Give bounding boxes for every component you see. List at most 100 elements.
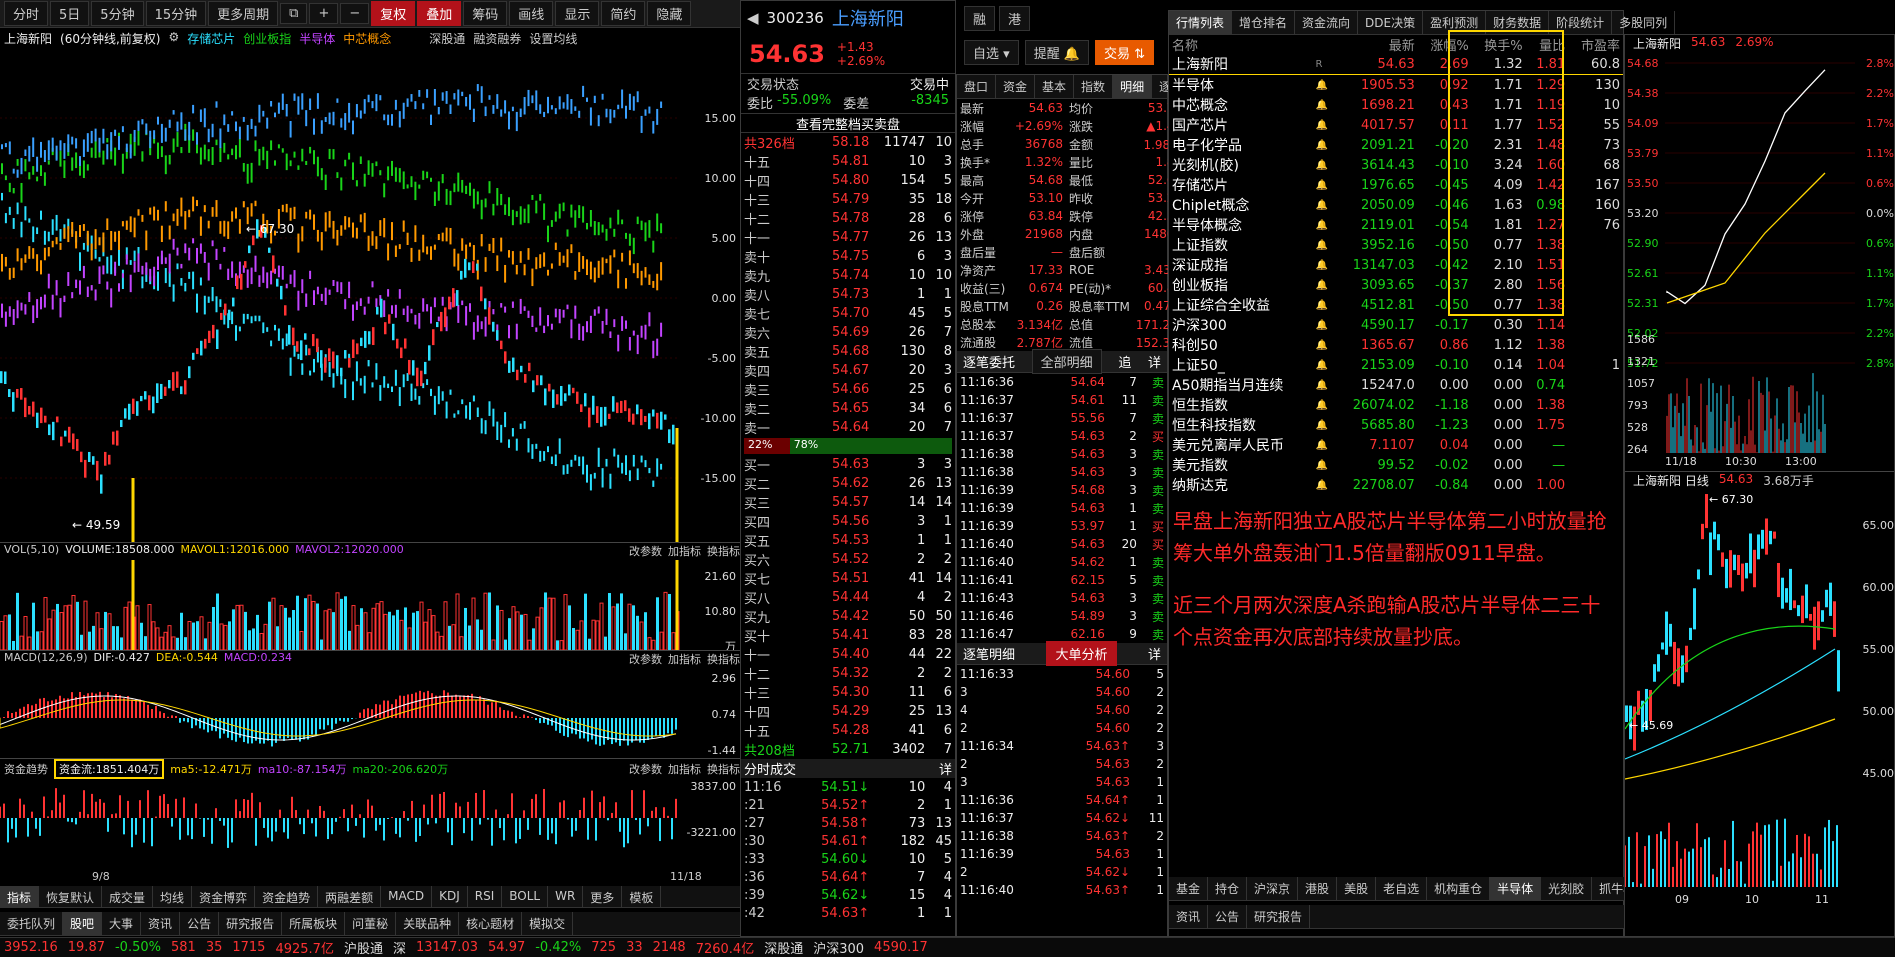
sell-level-row[interactable]: 卖三 54.66 25 6 [741,380,955,399]
prev-icon[interactable]: ◀ [747,9,759,27]
buy-level-row[interactable]: 买九 54.42 50 50 [741,607,955,626]
market-tab-5[interactable]: 财务数据 [1486,11,1550,34]
sell-level-row[interactable]: 十一 54.77 26 13 [741,228,955,247]
market-news-tab-1[interactable]: 公告 [1208,905,1248,928]
buy-level-row[interactable]: 十一 54.40 44 22 [741,645,955,664]
buy-level-row[interactable]: 十五 54.28 41 6 [741,721,955,740]
market-bottom-tab-0[interactable]: 基金 [1169,877,1209,900]
indicator-tab-4[interactable]: 资金博弈 [192,886,256,907]
macd-add-button[interactable]: 加指标 [668,651,701,668]
draw-button[interactable]: 画线 [509,1,554,26]
blue-r-icon[interactable]: 融 [964,6,996,31]
market-row[interactable]: 上海新阳 R 54.63 2.69 1.32 1.81 60.8 [1169,54,1623,75]
market-row[interactable]: 深证成指 🔔 13147.03 -0.42 2.10 1.51 [1169,255,1623,275]
intraday-mini-chart[interactable]: 54.68 2.8% 54.38 2.2% 54.09 1.7% 53.79 1.1% 53.5… [1625,53,1895,468]
detail-tab-3[interactable]: 指数 [1074,75,1114,98]
buy-level-row[interactable]: 十三 54.30 11 6 [741,683,955,702]
market-row[interactable]: 电子化学品 🔔 2091.21 -0.20 2.31 1.48 73 [1169,135,1623,155]
news-tab-1[interactable]: 股吧 [63,912,103,935]
sell-total-row[interactable]: 共326档 58.18 11747 10 [741,133,955,152]
indicator-tab-7[interactable]: MACD [381,886,433,907]
market-row[interactable]: 国产芯片 🔔 4017.57 0.11 1.77 1.52 55 [1169,115,1623,135]
overlay-2[interactable]: 创业板指 [243,30,291,48]
market-tab-1[interactable]: 增仓排名 [1232,11,1296,34]
buy-level-row[interactable]: 买十 54.41 83 28 [741,626,955,645]
market-tab-3[interactable]: DDE决策 [1358,11,1424,34]
buy-level-row[interactable]: 买一 54.63 3 3 [741,455,955,474]
buy-level-row[interactable]: 买二 54.62 26 13 [741,474,955,493]
news-tab-10[interactable]: 模拟交 [522,912,574,935]
indicator-tab-2[interactable]: 成交量 [102,886,154,907]
news-tab-2[interactable]: 大事 [102,912,142,935]
market-row[interactable]: 半导体 🔔 1905.53 0.92 1.71 1.29 130 [1169,75,1623,96]
buy-level-row[interactable]: 十四 54.29 25 13 [741,702,955,721]
buy-level-row[interactable]: 买四 54.56 3 1 [741,512,955,531]
indicator-tab-13[interactable]: 模板 [622,886,662,907]
sell-level-row[interactable]: 十四 54.80 154 5 [741,171,955,190]
remind-button[interactable]: 提醒 🔔 [1024,40,1090,65]
market-bottom-tab-6[interactable]: 机构重仓 [1427,877,1491,900]
kline-chart[interactable]: 15.00 10.00 5.00 0.00 -5.00 -10.00 -15.00 [0,48,740,542]
vol-add-button[interactable]: 加指标 [668,543,701,560]
indicator-tab-3[interactable]: 均线 [153,886,193,907]
market-row[interactable]: 光刻机(胶) 🔔 3614.43 -0.10 3.24 1.60 68 [1169,155,1623,175]
sell-level-row[interactable]: 卖十 54.75 6 3 [741,247,955,266]
macd-switch-button[interactable]: 换指标 [707,651,740,668]
news-tab-0[interactable]: 委托队列 [0,912,64,935]
sell-level-row[interactable]: 十三 54.79 35 18 [741,190,955,209]
market-bottom-tab-2[interactable]: 沪深京 [1247,877,1299,900]
market-tab-2[interactable]: 资金流向 [1295,11,1359,34]
sell-level-row[interactable]: 卖五 54.68 130 8 [741,342,955,361]
market-bottom-tab-1[interactable]: 持仓 [1208,877,1248,900]
market-row[interactable]: 上证指数 🔔 3952.16 -0.50 0.77 1.38 [1169,235,1623,255]
market-news-tab-2[interactable]: 研究报告 [1247,905,1311,928]
sell-level-row[interactable]: 卖四 54.67 20 3 [741,361,955,380]
vol-param-button[interactable]: 改参数 [629,543,662,560]
market-bottom-tab-3[interactable]: 港股 [1298,877,1338,900]
buy-level-row[interactable]: 买六 54.52 2 2 [741,550,955,569]
wt-detail-button[interactable]: 详 [1148,352,1161,371]
market-row[interactable]: A50期指当月连续 🔔 15247.0 0.00 0.00 0.74 [1169,375,1623,395]
fund-add-button[interactable]: 加指标 [668,761,701,777]
daily-mini-chart[interactable]: 65.00 60.00 55.00 50.00 45.00 ← 67.30 ← 45.69 0… [1624,489,1895,909]
news-tab-7[interactable]: 问董秘 [345,912,397,935]
overlay-4[interactable]: 中芯概念 [343,30,391,48]
add-watchlist-button[interactable]: 自选 ▾ [964,40,1019,65]
sell-level-row[interactable]: 卖八 54.73 1 1 [741,285,955,304]
market-row[interactable]: 美元兑离岸人民币 🔔 7.1107 0.04 0.00— [1169,435,1623,455]
overlay-3[interactable]: 半导体 [299,30,335,48]
news-tab-5[interactable]: 研究报告 [219,912,283,935]
market-row[interactable]: 创业板指 🔔 3093.65 -0.37 2.80 1.56 [1169,275,1623,295]
market-row[interactable]: 上证50_ 🔔 2153.09 -0.10 0.14 1.04 1 [1169,355,1623,375]
period-5day-button[interactable]: 5日 [50,1,90,26]
indicator-tab-6[interactable]: 两融差额 [318,886,382,907]
hide-button[interactable]: 隐藏 [647,1,692,26]
news-tab-9[interactable]: 核心题材 [459,912,523,935]
market-row[interactable]: Chiplet概念 🔔 2050.09 -0.46 1.63 0.98 160 [1169,195,1623,215]
market-row[interactable]: 恒生科技指数 🔔 5685.80 -1.23 0.00 1.75 [1169,415,1623,435]
zb-detail-button[interactable]: 详 [1148,644,1161,663]
sell-level-row[interactable]: 卖一 54.64 20 7 [741,418,955,437]
big-order-button[interactable]: 大单分析 [1046,641,1117,666]
hk-icon[interactable]: 港 [999,6,1031,31]
news-tab-6[interactable]: 所属板块 [282,912,346,935]
market-row[interactable]: 恒生指数 🔔 26074.02 -1.18 0.00 1.38 [1169,395,1623,415]
buy-level-row[interactable]: 买七 54.51 41 14 [741,569,955,588]
indicator-tab-9[interactable]: RSI [468,886,503,907]
sell-level-row[interactable]: 卖二 54.65 34 6 [741,399,955,418]
market-row[interactable]: 纳斯达克 🔔 22708.07 -0.84 0.00 1.00 [1169,475,1623,495]
period-15min-button[interactable]: 15分钟 [145,1,207,26]
sell-level-row[interactable]: 卖七 54.70 45 5 [741,304,955,323]
fund-switch-button[interactable]: 换指标 [707,761,740,777]
sell-level-row[interactable]: 卖九 54.74 10 10 [741,266,955,285]
overlay-button[interactable]: 叠加 [417,1,462,26]
wt-filter-select[interactable]: 全部明细 [1031,349,1102,374]
display-button[interactable]: 显示 [555,1,600,26]
indicator-tab-8[interactable]: KDJ [432,886,468,907]
gear-icon[interactable]: ⚙ [168,30,179,48]
market-tab-6[interactable]: 阶段统计 [1549,11,1613,34]
minus-icon[interactable]: − [340,3,370,24]
more-period-button[interactable]: 更多周期 [208,1,279,26]
news-tab-3[interactable]: 资讯 [141,912,181,935]
market-row[interactable]: 美元指数 🔔 99.52 -0.02 0.00— [1169,455,1623,475]
